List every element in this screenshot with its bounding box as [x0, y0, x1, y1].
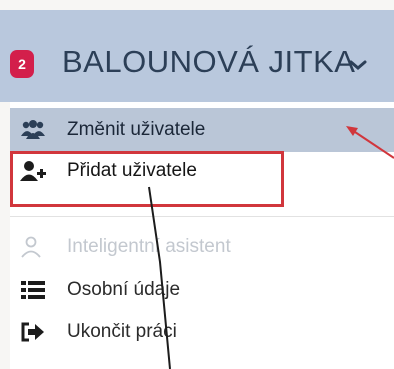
user-dropdown-menu: Změnit uživatele Přidat uživatele Inteli… [10, 102, 394, 369]
user-header[interactable]: 2 BALOUNOVÁ JITKA [0, 10, 394, 102]
menu-item-intelligent-assistant[interactable]: Inteligentní asistent [10, 225, 394, 269]
list-icon [20, 279, 46, 301]
menu-item-label: Ukončit práci [67, 321, 177, 342]
menu-item-log-out[interactable]: Ukončit práci [10, 310, 394, 354]
menu-divider [10, 216, 394, 217]
menu-item-change-user[interactable]: Změnit uživatele [10, 108, 394, 152]
menu-item-label: Inteligentní asistent [67, 236, 231, 257]
chevron-down-icon[interactable] [348, 52, 368, 78]
menu-item-personal-data[interactable]: Osobní údaje [10, 268, 394, 312]
annotation-highlight-box [10, 151, 284, 207]
sign-out-icon [20, 321, 46, 343]
notification-badge[interactable]: 2 [10, 50, 34, 78]
user-outline-icon [20, 236, 46, 258]
menu-item-label: Změnit uživatele [67, 119, 206, 140]
user-name[interactable]: BALOUNOVÁ JITKA [62, 44, 355, 80]
menu-item-label: Osobní údaje [67, 279, 181, 300]
users-icon [20, 119, 46, 141]
